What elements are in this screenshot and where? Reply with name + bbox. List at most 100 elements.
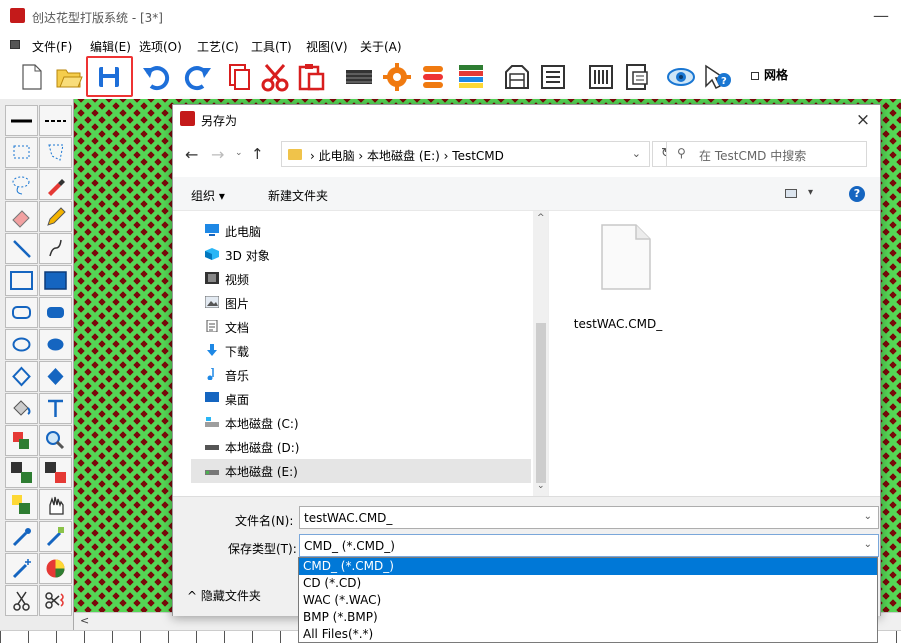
color-wheel-icon[interactable] [39,553,72,584]
barcode-icon[interactable] [584,60,618,94]
nav-item-pictures[interactable]: 图片 [191,291,531,315]
nav-item-downloads[interactable]: 下载 [191,339,531,363]
pattern-block-icon[interactable] [342,60,376,94]
eye-icon[interactable] [664,60,698,94]
fill-bucket-icon[interactable] [5,393,38,424]
nav-item-3d-objects[interactable]: 3D 对象 [191,243,531,267]
address-bar[interactable]: › 此电脑 › 本地磁盘 (E:) › TestCMD ⌄ [281,141,650,167]
open-folder-icon[interactable] [52,60,86,94]
back-arrow-icon[interactable]: ← [185,145,198,164]
pattern-move-icon[interactable] [39,457,72,488]
diamond-outline-icon[interactable] [5,361,38,392]
color-sort-icon[interactable] [416,60,450,94]
pattern-copy-icon[interactable] [5,457,38,488]
scrollbar-thumb[interactable] [536,323,546,483]
text-icon[interactable] [39,393,72,424]
scroll-down-icon[interactable]: ⌄ [537,481,545,491]
filetype-option[interactable]: All Files(*.*) [299,626,877,643]
view-options-icon[interactable] [785,189,797,198]
diamond-fill-icon[interactable] [39,361,72,392]
filetype-option[interactable]: CMD_ (*.CMD_) [299,558,877,575]
nav-item-this-pc[interactable]: 此电脑 [191,219,531,243]
cut-thread-icon[interactable] [39,585,72,616]
search-input[interactable]: ⚲ 在 TestCMD 中搜索 [666,141,867,167]
menu-edit[interactable]: 编辑(E) [90,38,131,55]
hide-folders-toggle[interactable]: ^ 隐藏文件夹 [187,587,261,604]
scroll-up-icon[interactable]: ^ [537,213,545,223]
rect-select-icon[interactable] [5,137,38,168]
file-item[interactable]: testWAC.CMD_ [568,223,668,343]
rounded-rect-outline-icon[interactable] [5,297,38,328]
filetype-option[interactable]: WAC (*.WAC) [299,592,877,609]
lasso-icon[interactable] [5,169,38,200]
nav-item-drive-c[interactable]: 本地磁盘 (C:) [191,411,531,435]
scissors-icon[interactable] [5,585,38,616]
breadcrumb[interactable]: › 此电脑 › 本地磁盘 (E:) › TestCMD [310,147,504,164]
copy-icon[interactable] [222,60,256,94]
poly-select-icon[interactable] [39,137,72,168]
address-dropdown-icon[interactable]: ⌄ [632,147,641,160]
straight-line-icon[interactable] [5,233,38,264]
view-dropdown-icon[interactable]: ▾ [808,187,813,198]
magic-icon[interactable] [5,553,38,584]
filetype-option[interactable]: CD (*.CD) [299,575,877,592]
menu-about[interactable]: 关于(A) [360,38,402,55]
list-icon[interactable] [536,60,570,94]
filetype-option[interactable]: BMP (*.BMP) [299,609,877,626]
spray-brush-icon[interactable] [39,521,72,552]
nav-item-documents[interactable]: 文档 [191,315,531,339]
menu-view[interactable]: 视图(V) [306,38,348,55]
machine-icon[interactable] [500,60,534,94]
nav-item-videos[interactable]: 视频 [191,267,531,291]
close-button[interactable]: × [850,107,876,133]
menu-craft[interactable]: 工艺(C) [197,38,239,55]
spray-icon[interactable] [5,521,38,552]
grid-checkbox[interactable] [751,72,759,80]
dropper-icon[interactable] [39,169,72,200]
rectangle-outline-icon[interactable] [5,265,38,296]
filetype-select[interactable]: CMD_ (*.CMD_) ⌄ [299,534,879,557]
zoom-icon[interactable] [39,425,72,456]
gear-icon[interactable] [380,60,414,94]
help-cursor-icon[interactable]: ? [700,60,734,94]
cut-icon[interactable] [258,60,292,94]
line-icon[interactable] [5,105,38,136]
chevron-down-icon[interactable]: ⌄ [864,539,872,550]
print-preview-icon[interactable] [620,60,654,94]
filename-input[interactable]: testWAC.CMD_ ⌄ [299,506,879,529]
pencil-icon[interactable] [39,201,72,232]
paste-icon[interactable] [294,60,328,94]
new-folder-button[interactable]: 新建文件夹 [268,187,328,204]
redo-icon[interactable] [180,60,214,94]
recent-locations-icon[interactable]: ⌄ [235,148,243,158]
minimize-button[interactable]: — [871,6,891,26]
help-icon[interactable]: ? [849,186,865,202]
ellipse-outline-icon[interactable] [5,329,38,360]
rounded-rect-fill-icon[interactable] [39,297,72,328]
system-menu-icon[interactable] [10,40,20,49]
chevron-down-icon[interactable]: ⌄ [864,511,872,522]
forward-arrow-icon[interactable]: → [211,145,224,164]
color-swap-icon[interactable] [5,425,38,456]
color-stripe-icon[interactable] [454,60,488,94]
dashed-line-icon[interactable] [39,105,72,136]
menu-options[interactable]: 选项(O) [139,38,182,55]
color-replace-icon[interactable] [5,489,38,520]
scroll-left-arrow[interactable]: < [80,614,89,627]
rectangle-fill-icon[interactable] [39,265,72,296]
nav-item-drive-e[interactable]: 本地磁盘 (E:) [191,459,531,483]
hand-icon[interactable] [39,489,72,520]
menu-tools[interactable]: 工具(T) [251,38,292,55]
menu-file[interactable]: 文件(F) [32,38,72,55]
eraser-icon[interactable] [5,201,38,232]
organize-button[interactable]: 组织 ▾ [191,187,225,204]
save-icon[interactable] [92,60,126,94]
ellipse-fill-icon[interactable] [39,329,72,360]
nav-item-drive-d[interactable]: 本地磁盘 (D:) [191,435,531,459]
undo-icon[interactable] [140,60,174,94]
curve-icon[interactable] [39,233,72,264]
new-file-icon[interactable] [14,60,48,94]
nav-item-desktop[interactable]: 桌面 [191,387,531,411]
nav-item-music[interactable]: 音乐 [191,363,531,387]
up-arrow-icon[interactable]: ↑ [251,145,264,163]
